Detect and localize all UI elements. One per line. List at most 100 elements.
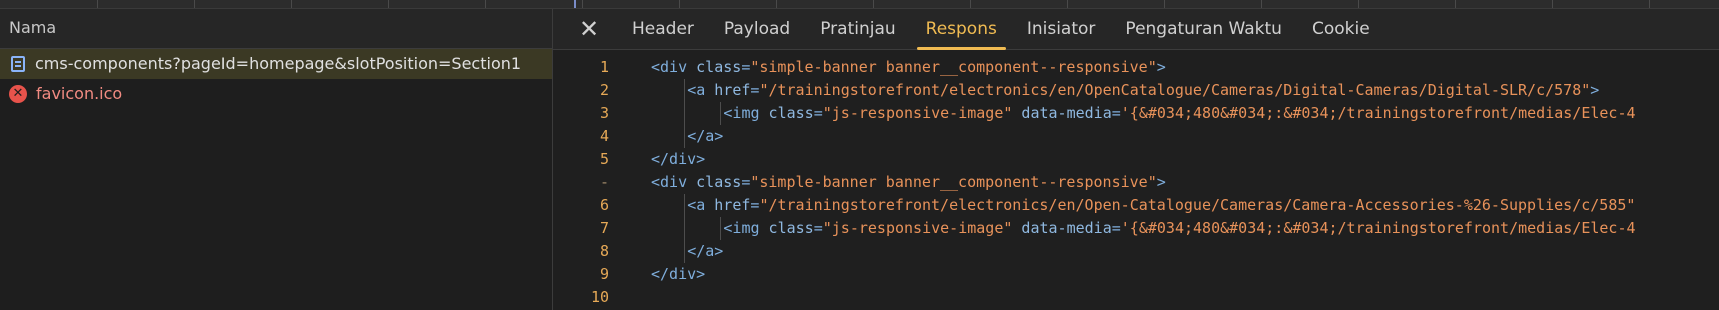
code-token: = (813, 104, 823, 122)
ruler-tick (679, 0, 680, 8)
code-token: data-media (1021, 104, 1112, 122)
detail-tab-bar: ✕ Header Payload Pratinjau Respons Inisi… (553, 9, 1719, 50)
code-token: class (768, 104, 814, 122)
code-line: 7 <img class="js-responsive-image" data-m… (553, 217, 1719, 240)
code-token: class (768, 219, 814, 237)
code-text: <img class="js-responsive-image" data-me… (651, 217, 1636, 240)
ruler-tick (97, 0, 98, 8)
code-token: "/trainingstorefront/electronics/en/Open… (759, 196, 1636, 214)
ruler-tick (1649, 0, 1650, 8)
line-number: 6 (599, 196, 609, 214)
ruler-tick (776, 0, 777, 8)
indent-guide (720, 217, 722, 240)
ruler-tick (194, 0, 195, 8)
ruler-tick (970, 0, 971, 8)
name-column-header[interactable]: Nama (0, 9, 552, 49)
code-token: data-media (1021, 219, 1112, 237)
code-text: </div> (651, 263, 705, 286)
code-line: 2 <a href="/trainingstorefront/electronic… (553, 79, 1719, 102)
line-number: - (599, 173, 609, 191)
code-token: "js-responsive-image" (822, 219, 1022, 237)
line-number: 2 (599, 81, 609, 99)
response-code-viewer[interactable]: 1 <div class="simple-banner banner__compo… (553, 56, 1719, 310)
code-token: </div> (651, 265, 706, 283)
code-token: </a> (687, 127, 724, 145)
line-number: 8 (599, 242, 609, 260)
tab-response[interactable]: Respons (911, 9, 1012, 50)
ruler-tick (1455, 0, 1456, 8)
code-text: </a> (651, 240, 723, 263)
code-line: 10 (553, 286, 1719, 309)
code-line: 5 </div> (553, 148, 1719, 171)
ruler-tick (582, 0, 583, 8)
request-row-favicon[interactable]: ✕ favicon.ico (0, 79, 552, 109)
code-token: > (1156, 58, 1166, 76)
tab-initiator[interactable]: Inisiator (1012, 9, 1111, 49)
code-token: href (714, 196, 751, 214)
code-token: <img (723, 104, 769, 122)
close-icon[interactable]: ✕ (575, 9, 603, 49)
code-token: <div (651, 173, 697, 191)
code-token: <img (723, 219, 769, 237)
code-token: "/trainingstorefront/electronics/en/Open… (759, 81, 1591, 99)
code-token: href (714, 81, 751, 99)
code-token: '{&#034;480&#034;:&#034;/trainingstorefr… (1120, 104, 1636, 122)
request-label: cms-components?pageId=homepage&slotPosit… (35, 54, 522, 73)
code-line: - <div class="simple-banner banner__compo… (553, 171, 1719, 194)
indent-guide (684, 125, 686, 148)
code-text: <div class="simple-banner banner__compon… (651, 171, 1166, 194)
request-row-cms-components[interactable]: cms-components?pageId=homepage&slotPosit… (0, 49, 552, 79)
code-token: "simple-banner banner__component--respon… (750, 173, 1157, 191)
line-number: 3 (599, 104, 609, 122)
line-number: 1 (599, 58, 609, 76)
error-icon: ✕ (9, 85, 27, 103)
code-line: 8 </a> (553, 240, 1719, 263)
indent-guide (720, 102, 722, 125)
indent-guide (684, 79, 686, 102)
ruler-tick (1358, 0, 1359, 8)
code-token: </div> (651, 150, 706, 168)
tab-cookies[interactable]: Cookie (1297, 9, 1385, 49)
code-line: 9 </div> (553, 263, 1719, 286)
line-number: 4 (599, 127, 609, 145)
code-token: = (813, 219, 823, 237)
code-text: <img class="js-responsive-image" data-me… (651, 102, 1636, 125)
code-line: 4 </a> (553, 125, 1719, 148)
code-text: <a href="/trainingstorefront/electronics… (651, 79, 1599, 102)
code-line: 1 <div class="simple-banner banner__compo… (553, 56, 1719, 79)
code-text: <a href="/trainingstorefront/electronics… (651, 194, 1635, 217)
code-line: 3 <img class="js-responsive-image" data-m… (553, 102, 1719, 125)
ruler-tick (1164, 0, 1165, 8)
tab-preview[interactable]: Pratinjau (805, 9, 910, 49)
code-token: "js-responsive-image" (822, 104, 1022, 122)
line-number: 10 (590, 288, 609, 306)
request-detail-panel: ✕ Header Payload Pratinjau Respons Inisi… (553, 9, 1719, 310)
indent-guide (684, 240, 686, 263)
request-label: favicon.ico (36, 84, 123, 103)
code-token: > (1590, 81, 1600, 99)
code-text: <div class="simple-banner banner__compon… (651, 56, 1166, 79)
code-token: = (741, 173, 751, 191)
timeline-ruler (0, 0, 1719, 9)
tab-header[interactable]: Header (617, 9, 709, 49)
line-number: 7 (599, 219, 609, 237)
ruler-tick (1552, 0, 1553, 8)
indent-guide (684, 217, 686, 240)
code-token: class (696, 173, 742, 191)
timeline-marker (574, 0, 576, 8)
document-icon (11, 56, 25, 72)
request-list-panel: Nama cms-components?pageId=homepage&slot… (0, 9, 553, 310)
indent-guide (684, 102, 686, 125)
ruler-tick (873, 0, 874, 8)
code-text: </div> (651, 148, 705, 171)
code-token: "simple-banner banner__component--respon… (750, 58, 1157, 76)
code-token: > (1156, 173, 1166, 191)
code-token: = (1111, 104, 1121, 122)
code-token: class (696, 58, 742, 76)
code-text: </a> (651, 125, 723, 148)
line-number: 5 (599, 150, 609, 168)
code-token: <a (687, 81, 715, 99)
tab-timing[interactable]: Pengaturan Waktu (1110, 9, 1297, 49)
line-number: 9 (599, 265, 609, 283)
tab-payload[interactable]: Payload (709, 9, 805, 49)
